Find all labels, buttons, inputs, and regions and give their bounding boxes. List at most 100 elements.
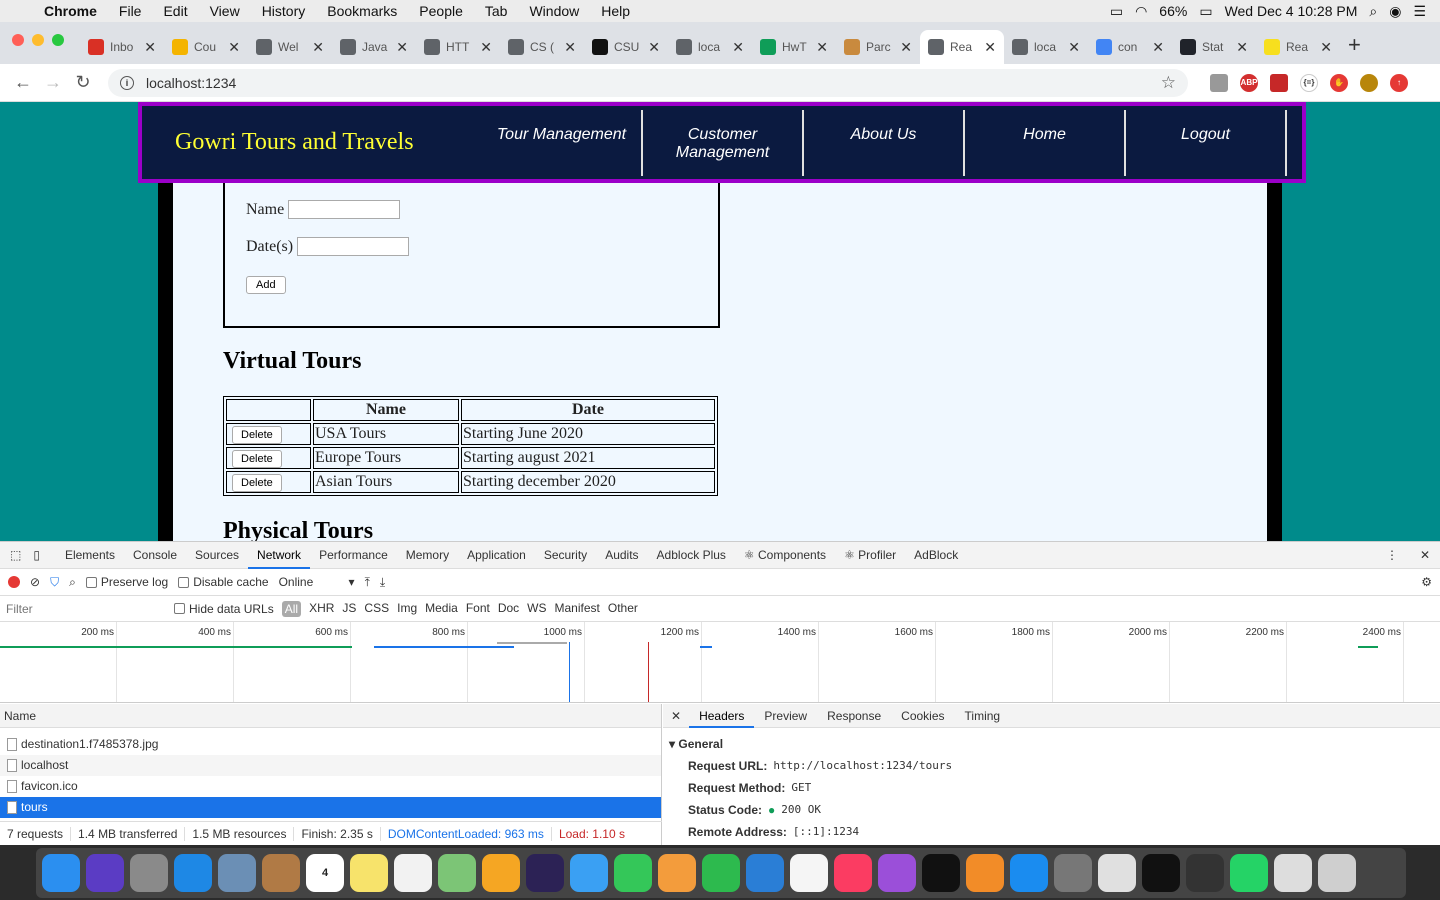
close-tab-icon[interactable]: ✕ [1320, 39, 1332, 56]
menu-history[interactable]: History [251, 3, 317, 19]
notification-center-icon[interactable]: ☰ [1413, 3, 1426, 20]
dates-input[interactable] [297, 237, 410, 256]
system-preferences-icon[interactable] [1054, 854, 1092, 892]
sublime-icon[interactable] [1186, 854, 1224, 892]
detail-tab[interactable]: Timing [955, 704, 1011, 728]
facetime-icon[interactable] [614, 854, 652, 892]
menu-file[interactable]: File [108, 3, 153, 19]
more-options-icon[interactable]: ⋮ [1374, 548, 1410, 562]
request-row[interactable]: tours [0, 797, 661, 818]
whatsapp-icon[interactable] [1230, 854, 1268, 892]
update-icon[interactable]: ↑ [1390, 73, 1408, 92]
type-filter[interactable]: All [281, 600, 302, 617]
notes-icon[interactable] [350, 854, 388, 892]
close-tab-icon[interactable]: ✕ [144, 39, 156, 56]
nav-home[interactable]: Home [965, 109, 1126, 176]
browser-tab[interactable]: Rea ✕ [920, 30, 1004, 64]
devtools-tab[interactable]: AdBlock [905, 542, 967, 569]
address-bar[interactable]: i localhost:1234 ☆ [108, 68, 1188, 97]
keynote-icon[interactable] [746, 854, 784, 892]
browser-tab[interactable]: Inbo ✕ [80, 30, 164, 64]
settings-gear-icon[interactable]: ⚙ [1421, 575, 1440, 589]
type-filter[interactable]: Media [425, 601, 458, 617]
browser-tab[interactable]: Wel ✕ [248, 30, 332, 64]
devtools-tab[interactable]: Memory [397, 542, 458, 569]
trash-icon[interactable] [1318, 854, 1356, 892]
device-toolbar-icon[interactable]: ▯ [27, 548, 56, 562]
contacts-icon[interactable] [262, 854, 300, 892]
close-tab-icon[interactable]: ✕ [732, 39, 744, 56]
devtools-tab[interactable]: Audits [596, 542, 647, 569]
menu-bookmarks[interactable]: Bookmarks [316, 3, 408, 19]
devtools-tab[interactable]: Adblock Plus [648, 542, 735, 569]
new-tab-button[interactable]: + [1340, 32, 1373, 64]
close-tab-icon[interactable]: ✕ [564, 39, 576, 56]
messages-icon[interactable] [570, 854, 608, 892]
browser-tab[interactable]: CS (✕ [500, 30, 584, 64]
hide-data-urls-checkbox[interactable]: Hide data URLs [174, 602, 274, 616]
siri-menu-icon[interactable]: ◉ [1389, 3, 1401, 20]
devtools-tab[interactable]: Network [248, 542, 311, 569]
type-filter[interactable]: Manifest [555, 601, 600, 617]
nav-customer-management[interactable]: Customer Management [643, 109, 804, 176]
close-tab-icon[interactable]: ✕ [1236, 39, 1248, 56]
import-har-icon[interactable]: ⤒ [365, 575, 370, 590]
zoom-window-icon[interactable] [52, 34, 64, 46]
archive-icon[interactable] [1274, 854, 1312, 892]
bookmark-star-icon[interactable]: ☆ [1161, 73, 1176, 93]
browser-tab[interactable]: Java ✕ [332, 30, 416, 64]
numbers-icon[interactable] [702, 854, 740, 892]
devtools-tab[interactable]: ⚛ Profiler [835, 542, 905, 569]
menu-app-name[interactable]: Chrome [40, 3, 108, 19]
address-url[interactable]: localhost:1234 [146, 75, 236, 91]
preview-icon[interactable] [218, 854, 256, 892]
menu-edit[interactable]: Edit [152, 3, 198, 19]
devtools-tab[interactable]: Performance [310, 542, 397, 569]
menu-view[interactable]: View [199, 3, 251, 19]
close-tab-icon[interactable]: ✕ [396, 39, 408, 56]
back-icon[interactable]: ← [8, 72, 38, 93]
type-filter[interactable]: WS [527, 601, 546, 617]
inspect-element-icon[interactable]: ⬚ [0, 548, 27, 562]
finder-icon[interactable] [42, 854, 80, 892]
search-icon[interactable]: ⌕ [69, 575, 76, 590]
reload-icon[interactable]: ↻ [68, 72, 98, 93]
adblock-icon[interactable]: ✋ [1330, 73, 1348, 92]
detail-tab[interactable]: Response [817, 704, 891, 728]
clock[interactable]: Wed Dec 4 10:28 PM [1225, 3, 1358, 19]
devtools-tab[interactable]: Sources [186, 542, 248, 569]
pages-icon[interactable] [658, 854, 696, 892]
menu-window[interactable]: Window [518, 3, 590, 19]
browser-tab[interactable]: HwT ✕ [752, 30, 836, 64]
request-row[interactable]: localhost [0, 755, 661, 776]
chrome-icon[interactable] [1098, 854, 1136, 892]
add-button[interactable]: Add [246, 276, 286, 294]
menu-help[interactable]: Help [590, 3, 641, 19]
extension-icon[interactable] [1270, 73, 1288, 92]
devtools-tab[interactable]: Elements [56, 542, 124, 569]
devtools-tab[interactable]: Security [535, 542, 596, 569]
close-tab-icon[interactable]: ✕ [648, 39, 660, 56]
nav-about-us[interactable]: About Us [804, 109, 965, 176]
devtools-tab[interactable]: Application [458, 542, 535, 569]
type-filter[interactable]: XHR [309, 601, 334, 617]
close-tab-icon[interactable]: ✕ [228, 39, 240, 56]
launchpad-icon[interactable] [130, 854, 168, 892]
type-filter[interactable]: Img [397, 601, 417, 617]
browser-tab[interactable]: Stat ✕ [1172, 30, 1256, 64]
nav-tour-management[interactable]: Tour Management [482, 109, 643, 176]
filter-input[interactable] [6, 601, 166, 616]
json-extension-icon[interactable]: {=} [1300, 73, 1318, 92]
delete-button[interactable]: Delete [232, 425, 282, 444]
type-filter[interactable]: Font [466, 601, 490, 617]
minimize-window-icon[interactable] [32, 34, 44, 46]
menu-tab[interactable]: Tab [474, 3, 519, 19]
devtools-tab[interactable]: ⚛ Components [735, 542, 835, 569]
site-brand[interactable]: Gowri Tours and Travels [142, 129, 482, 156]
close-tab-icon[interactable]: ✕ [312, 39, 324, 56]
browser-tab[interactable]: con ✕ [1088, 30, 1172, 64]
photos-icon[interactable] [482, 854, 520, 892]
close-tab-icon[interactable]: ✕ [480, 39, 492, 56]
type-filter[interactable]: Other [608, 601, 638, 617]
forward-icon[interactable]: → [38, 72, 68, 93]
